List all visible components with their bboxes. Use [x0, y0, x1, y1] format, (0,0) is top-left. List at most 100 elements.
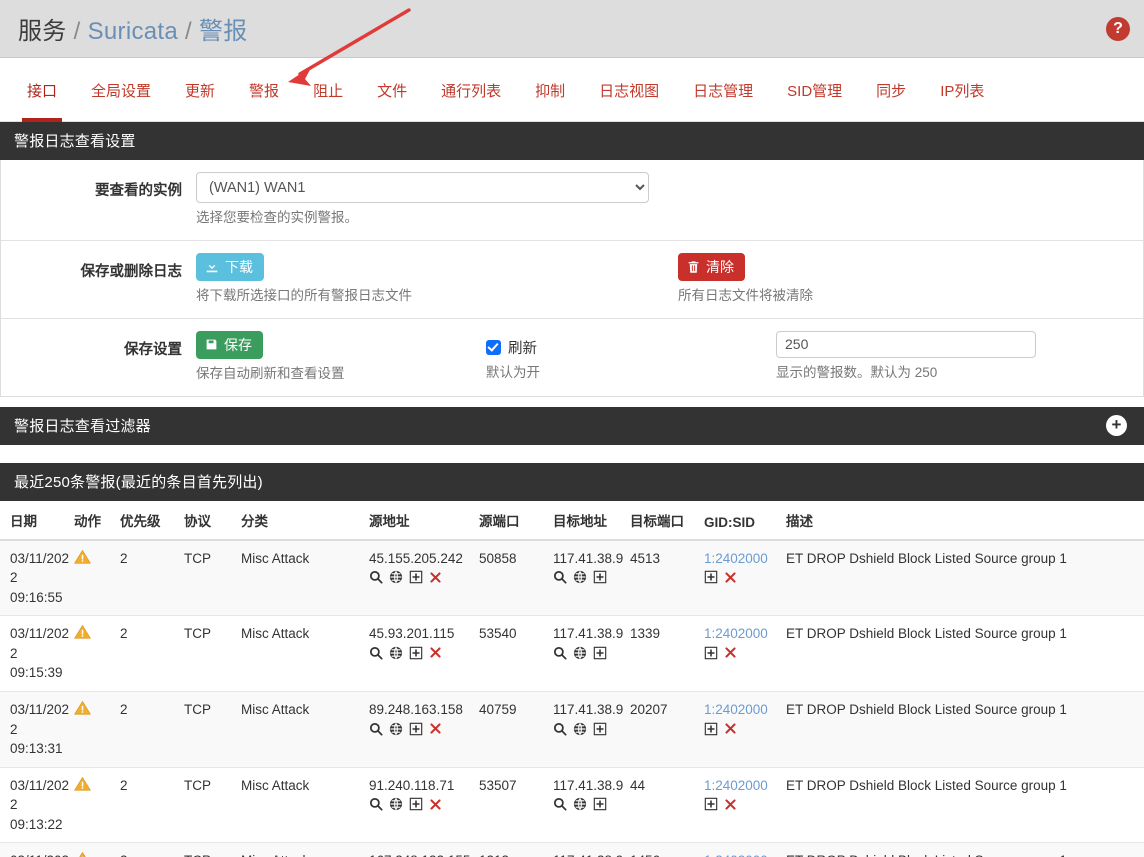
source-address-actions	[369, 570, 475, 584]
breadcrumb-root[interactable]: 服务	[18, 11, 67, 46]
tab-12[interactable]: IP列表	[923, 80, 1001, 101]
alerts-table-scroll[interactable]: 日期动作优先级协议分类源地址源端口目标地址目标端口GID:SID描述 03/11…	[0, 501, 1144, 857]
search-icon[interactable]	[369, 797, 383, 811]
gid-sid-link[interactable]: 1:2402000	[704, 700, 782, 720]
globe-icon[interactable]	[573, 797, 587, 811]
remove-icon[interactable]	[429, 571, 442, 584]
add-icon[interactable]	[409, 722, 423, 736]
instance-select[interactable]: (WAN1) WAN1	[196, 172, 649, 203]
remove-icon[interactable]	[429, 798, 442, 811]
gid-sid-actions	[704, 646, 782, 660]
tab-11[interactable]: 同步	[859, 80, 923, 101]
globe-icon[interactable]	[389, 797, 403, 811]
refresh-label: 刷新	[508, 337, 537, 358]
column-header-label: 描述	[786, 514, 813, 529]
remove-icon[interactable]	[429, 722, 442, 735]
gid-sid-link[interactable]: 1:2402000	[704, 549, 782, 569]
globe-icon[interactable]	[573, 722, 587, 736]
add-icon[interactable]	[593, 646, 607, 660]
tab-label: 阻止	[313, 83, 343, 100]
table-row: 03/11/202209:13:222TCPMisc Attack91.240.…	[0, 767, 1144, 843]
tab-7[interactable]: 抑制	[518, 80, 582, 101]
cell-classification: Misc Attack	[241, 540, 369, 616]
add-icon[interactable]	[409, 797, 423, 811]
cell-action	[74, 767, 120, 843]
tab-bar: 接口全局设置更新警报阻止文件通行列表 抑制日志视图日志管理 SID管理同步IP列表	[0, 58, 1144, 122]
tab-label: 抑制	[535, 83, 565, 100]
gid-sid-link[interactable]: 1:2402000	[704, 776, 782, 796]
tab-3[interactable]: 警报	[232, 80, 296, 101]
column-header-8: 目标端口	[630, 501, 704, 540]
tab-6[interactable]: 通行列表	[424, 80, 518, 101]
destination-address-actions	[553, 570, 626, 584]
search-icon[interactable]	[553, 646, 567, 660]
save-button[interactable]: 保存	[196, 331, 263, 359]
globe-icon[interactable]	[573, 570, 587, 584]
plus-icon[interactable]: +	[1106, 415, 1127, 436]
remove-icon[interactable]	[724, 571, 737, 584]
globe-icon[interactable]	[573, 646, 587, 660]
download-button[interactable]: 下载	[196, 253, 264, 281]
cell-protocol: TCP	[184, 540, 241, 616]
settings-panel-header: 警报日志查看设置	[0, 122, 1144, 160]
search-icon[interactable]	[553, 797, 567, 811]
breadcrumb-service[interactable]: Suricata	[88, 18, 178, 46]
warning-icon	[74, 851, 91, 857]
tab-1[interactable]: 全局设置	[74, 80, 168, 101]
gid-sid-link[interactable]: 1:2402000	[704, 624, 782, 644]
source-port: 1213	[479, 853, 509, 857]
source-address-actions	[369, 646, 475, 660]
remove-icon[interactable]	[724, 722, 737, 735]
tab-4[interactable]: 阻止	[296, 80, 360, 101]
tab-9[interactable]: 日志管理	[676, 80, 770, 101]
breadcrumb-page[interactable]: 警报	[199, 11, 248, 46]
remove-icon[interactable]	[429, 646, 442, 659]
globe-icon[interactable]	[389, 722, 403, 736]
destination-address: 117.41.38.9	[553, 549, 626, 569]
remove-icon[interactable]	[724, 798, 737, 811]
add-icon[interactable]	[704, 570, 718, 584]
tab-0[interactable]: 接口	[10, 80, 74, 101]
cell-destination-address: 117.41.38.9	[553, 843, 630, 857]
alert-count-input[interactable]	[776, 331, 1036, 358]
alert-classification: Misc Attack	[241, 853, 309, 857]
cell-source-port: 50858	[479, 540, 553, 616]
search-icon[interactable]	[553, 722, 567, 736]
tab-2[interactable]: 更新	[168, 80, 232, 101]
tab-label: 通行列表	[441, 83, 501, 100]
add-icon[interactable]	[593, 570, 607, 584]
add-icon[interactable]	[593, 797, 607, 811]
cell-gid-sid: 1:2402000	[704, 692, 786, 768]
search-icon[interactable]	[369, 570, 383, 584]
alert-time: 09:15:39	[10, 665, 63, 680]
add-icon[interactable]	[704, 722, 718, 736]
recent-alerts-panel: 最近250条警报(最近的条目首先列出) 日期动作优先级协议分类源地址源端口目标地…	[0, 463, 1144, 857]
help-icon[interactable]: ?	[1106, 17, 1130, 41]
refresh-checkbox[interactable]	[486, 340, 501, 355]
column-header-label: 日期	[10, 514, 37, 529]
add-icon[interactable]	[409, 646, 423, 660]
add-icon[interactable]	[704, 646, 718, 660]
search-icon[interactable]	[369, 722, 383, 736]
add-icon[interactable]	[593, 722, 607, 736]
search-icon[interactable]	[369, 646, 383, 660]
cell-destination-port: 4513	[630, 540, 704, 616]
tab-label: SID管理	[787, 83, 842, 100]
add-icon[interactable]	[704, 797, 718, 811]
globe-icon[interactable]	[389, 570, 403, 584]
filter-panel-header[interactable]: 警报日志查看过滤器 +	[0, 407, 1144, 445]
tab-5[interactable]: 文件	[360, 80, 424, 101]
cell-description: ET DROP Dshield Block Listed Source grou…	[786, 843, 1144, 857]
destination-address: 117.41.38.9	[553, 624, 626, 644]
tab-8[interactable]: 日志视图	[582, 80, 676, 101]
tab-10[interactable]: SID管理	[770, 80, 859, 101]
table-row: 03/11/202209:10:422TCPMisc Attack167.248…	[0, 843, 1144, 857]
add-icon[interactable]	[409, 570, 423, 584]
table-row: 03/11/202209:15:392TCPMisc Attack45.93.2…	[0, 616, 1144, 692]
search-icon[interactable]	[553, 570, 567, 584]
remove-icon[interactable]	[724, 646, 737, 659]
clear-button[interactable]: 清除	[678, 253, 745, 281]
gid-sid-link[interactable]: 1:2402000	[704, 851, 782, 857]
tab-label: 更新	[185, 83, 215, 100]
globe-icon[interactable]	[389, 646, 403, 660]
